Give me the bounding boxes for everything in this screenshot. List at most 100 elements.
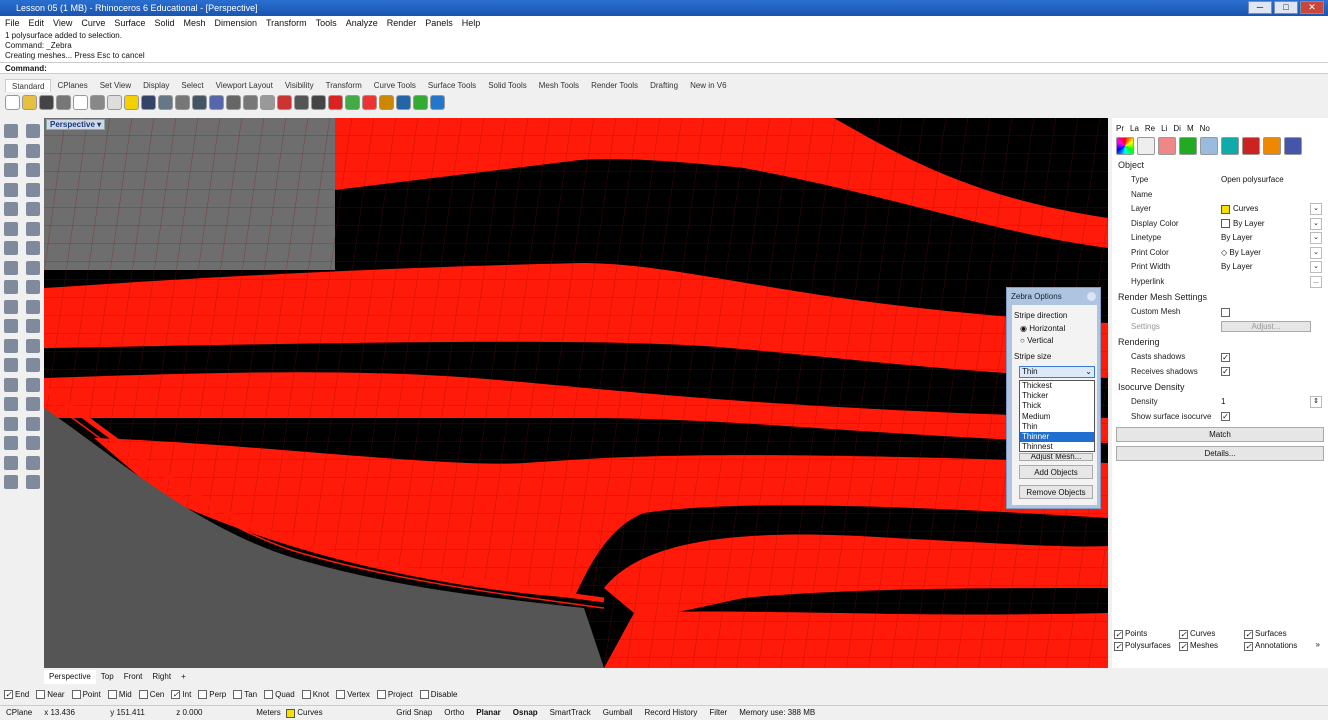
osnap-perp[interactable]: Perp [198, 689, 226, 700]
menu-analyze[interactable]: Analyze [346, 16, 378, 30]
hide-icon[interactable] [294, 95, 309, 110]
cone-tool-icon[interactable] [26, 260, 40, 275]
import-icon[interactable] [73, 95, 88, 110]
render-mesh-icon[interactable] [1158, 137, 1176, 155]
casts-shadows-checkbox[interactable]: ✓ [1221, 352, 1230, 362]
freeform-tool-icon[interactable] [26, 202, 40, 216]
move-tool-icon[interactable] [4, 299, 18, 314]
details-button[interactable]: Details... [1116, 446, 1324, 461]
menu-mesh[interactable]: Mesh [183, 16, 205, 30]
trim-tool-icon[interactable] [4, 338, 18, 353]
boolean-tool-icon[interactable] [4, 280, 18, 294]
add-viewport-tab-icon[interactable]: + [176, 670, 191, 684]
tab-cplanes[interactable]: CPlanes [51, 79, 93, 92]
help-icon[interactable] [430, 95, 445, 110]
menu-render[interactable]: Render [387, 16, 417, 30]
checkbox[interactable] [376, 690, 386, 699]
check-tool-icon[interactable] [26, 455, 40, 470]
checkbox[interactable] [138, 690, 148, 699]
cut-icon[interactable] [90, 95, 105, 110]
osnap-tan[interactable]: Tan [233, 689, 257, 700]
chevron-down-icon[interactable]: ⌄ [1310, 246, 1322, 259]
receives-shadows-checkbox[interactable]: ✓ [1221, 367, 1230, 377]
stripe-size-option[interactable]: Thicker [1020, 391, 1094, 401]
remove-objects-button[interactable]: Remove Objects [1019, 485, 1093, 499]
close-icon[interactable] [1087, 292, 1096, 301]
menu-file[interactable]: File [5, 16, 20, 30]
toggle-gumball[interactable]: Gumball [597, 706, 639, 720]
checkbox[interactable] [71, 690, 81, 699]
paste-icon[interactable] [124, 95, 139, 110]
menu-view[interactable]: View [53, 16, 72, 30]
zoom-window-icon[interactable] [209, 95, 224, 110]
checkbox[interactable] [264, 690, 274, 699]
osnap-cen[interactable]: Cen [138, 689, 164, 700]
property-value[interactable]: By Layer ⌄ [1221, 231, 1328, 246]
checkbox[interactable]: ✓ [1244, 629, 1253, 639]
split-tool-icon[interactable] [26, 338, 40, 353]
panel-tab-pr[interactable]: Pr [1116, 124, 1124, 133]
menu-surface[interactable]: Surface [114, 16, 145, 30]
polyline-tool-icon[interactable] [4, 143, 18, 158]
stripe-size-option[interactable]: Thinnest [1020, 442, 1094, 452]
sphere-tool-icon[interactable] [26, 241, 40, 255]
density-value[interactable]: 1 [1221, 395, 1225, 410]
stripe-size-option[interactable]: Thick [1020, 401, 1094, 411]
tab-mesh-tools[interactable]: Mesh Tools [533, 79, 585, 92]
chevron-down-icon[interactable]: ⌄ [1310, 232, 1322, 245]
rectangle-tool-icon[interactable] [4, 182, 18, 197]
checkbox[interactable]: ✓ [1179, 629, 1188, 639]
osnap-point[interactable]: Point [71, 689, 101, 700]
radio-horizontal[interactable]: ◉ Horizontal [1020, 324, 1065, 333]
minimize-button[interactable]: ─ [1248, 1, 1272, 14]
stripe-size-option[interactable]: Thickest [1020, 381, 1094, 391]
array-polar-tool-icon[interactable] [4, 436, 18, 450]
surface-tool-icon[interactable] [4, 221, 18, 236]
hyperlink-browse-button[interactable]: ... [1310, 275, 1322, 288]
print-icon[interactable] [56, 95, 71, 110]
material-icon[interactable] [379, 95, 394, 110]
cylinder-icon[interactable] [1284, 137, 1302, 155]
zoom-extents-icon[interactable] [226, 95, 241, 110]
toggle-grid-snap[interactable]: Grid Snap [390, 706, 438, 720]
property-value[interactable]: By Layer ⌄ [1221, 260, 1328, 275]
checkbox[interactable] [107, 690, 117, 699]
pan-icon[interactable] [158, 95, 173, 110]
tab-surface-tools[interactable]: Surface Tools [422, 79, 482, 92]
lock-icon[interactable] [311, 95, 326, 110]
tab-visibility[interactable]: Visibility [279, 79, 320, 92]
stripe-size-option[interactable]: Thinner [1020, 431, 1094, 443]
material-icon[interactable] [1242, 137, 1260, 155]
new-icon[interactable] [5, 95, 20, 110]
tab-curve-tools[interactable]: Curve Tools [368, 79, 422, 92]
filter-annotations[interactable]: ✓ Annotations [1244, 640, 1309, 652]
tab-display[interactable]: Display [137, 79, 175, 92]
checkbox[interactable] [198, 690, 208, 699]
join-tool-icon[interactable] [4, 319, 18, 333]
current-layer[interactable]: Curves [280, 706, 390, 720]
menu-solid[interactable]: Solid [154, 16, 174, 30]
ellipse-tool-icon[interactable] [4, 202, 18, 216]
save-icon[interactable] [39, 95, 54, 110]
chevron-down-icon[interactable]: ⌄ [1310, 203, 1322, 216]
menu-dimension[interactable]: Dimension [214, 16, 257, 30]
sphere-icon[interactable] [1263, 137, 1281, 155]
toggle-filter[interactable]: Filter [703, 706, 733, 720]
layer-icon[interactable] [328, 95, 343, 110]
property-value[interactable]: By Layer ⌄ [1221, 217, 1328, 232]
panel-tab-la[interactable]: La [1130, 124, 1139, 133]
property-value[interactable]: Curves ⌄ [1221, 202, 1328, 217]
checkbox[interactable] [419, 690, 429, 699]
filter-surfaces[interactable]: ✓ Surfaces [1244, 628, 1309, 640]
toggle-osnap[interactable]: Osnap [507, 706, 544, 720]
property-value[interactable]: ◇ By Layer ⌄ [1221, 246, 1328, 261]
osnap-quad[interactable]: Quad [264, 689, 295, 700]
tab-set-view[interactable]: Set View [94, 79, 137, 92]
density-spinner[interactable]: ⇕ [1310, 396, 1322, 409]
tab-drafting[interactable]: Drafting [644, 79, 684, 92]
filter-points[interactable]: ✓ Points [1114, 628, 1179, 640]
open-icon[interactable] [22, 95, 37, 110]
tab-transform[interactable]: Transform [320, 79, 368, 92]
stripe-size-option[interactable]: Medium [1020, 412, 1094, 422]
viewport-tab-front[interactable]: Front [119, 670, 148, 684]
